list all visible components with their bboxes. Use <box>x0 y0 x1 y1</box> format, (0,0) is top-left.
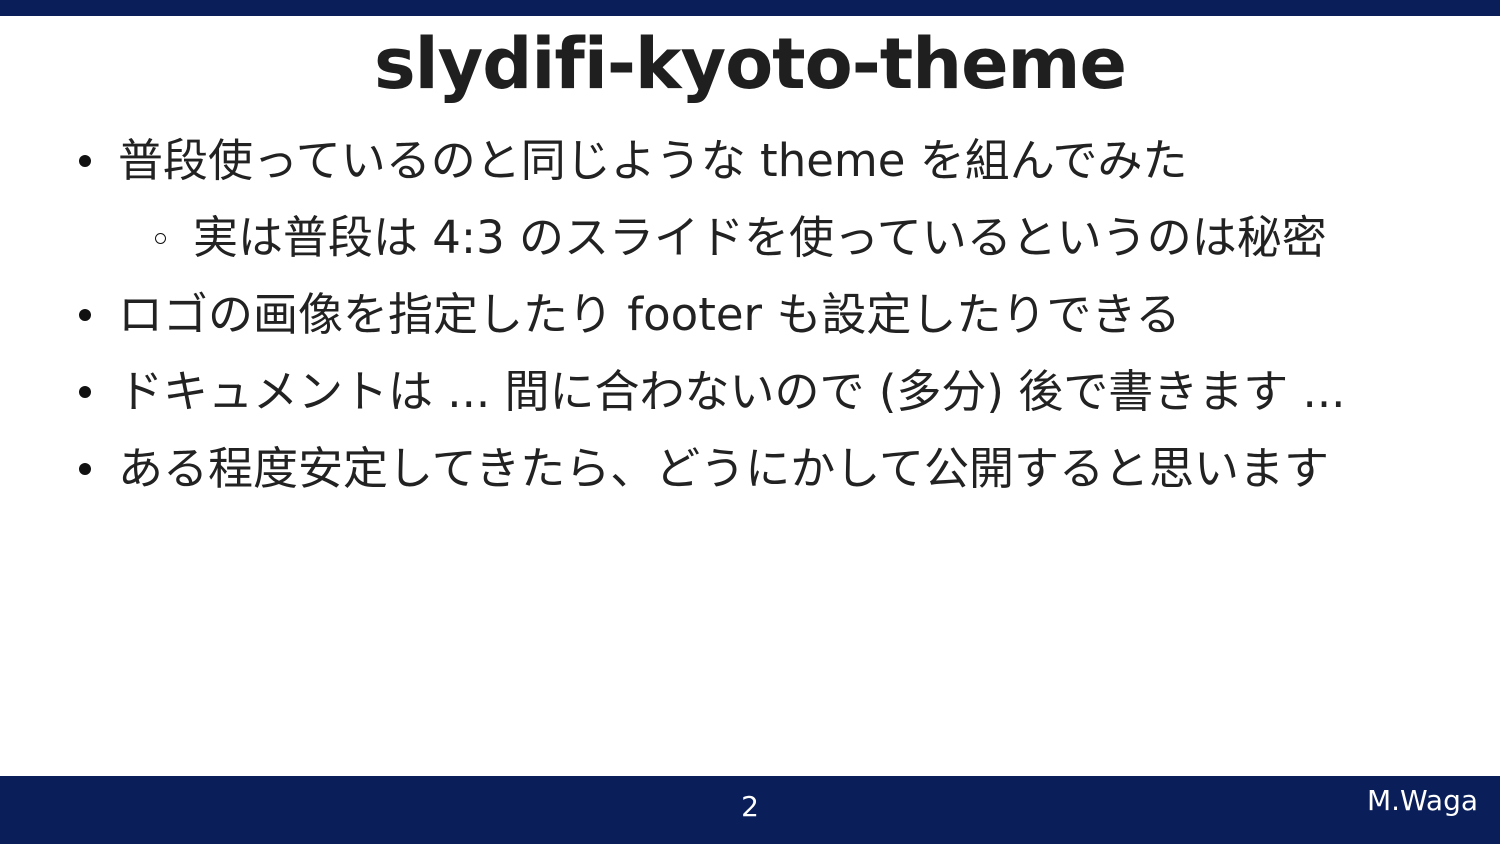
bullet-item: 普段使っているのと同じような theme を組んでみた <box>75 122 1345 199</box>
bullet-dot-icon <box>79 386 91 398</box>
bullet-circle-icon <box>155 233 166 244</box>
page-number: 2 <box>741 790 759 823</box>
slide-title: slydifi-kyoto-theme <box>374 23 1127 105</box>
bullet-text: ある程度安定してきたら、どうにかして公開すると思います <box>118 442 1329 495</box>
bullet-item: ドキュメントは ... 間に合わないので (多分) 後で書きます ... <box>75 353 1345 430</box>
bullet-item: ロゴの画像を指定したり footer も設定したりできる <box>75 276 1345 353</box>
bullet-dot-icon <box>79 463 91 475</box>
bullet-item: ある程度安定してきたら、どうにかして公開すると思います <box>75 430 1345 507</box>
bullet-text: 実は普段は 4:3 のスライドを使っているというのは秘密 <box>193 211 1327 264</box>
bullet-text: ロゴの画像を指定したり footer も設定したりできる <box>118 288 1181 341</box>
footer-author: M.Waga <box>1366 784 1478 817</box>
top-bar <box>0 0 1500 16</box>
bullet-dot-icon <box>79 309 91 321</box>
bullet-dot-icon <box>79 155 91 167</box>
bullet-text: ドキュメントは ... 間に合わないので (多分) 後で書きます ... <box>118 365 1346 418</box>
footer-bar: 2 M.Waga <box>0 776 1500 844</box>
bullet-text: 普段使っているのと同じような theme を組んでみた <box>118 134 1188 187</box>
bullet-list: 普段使っているのと同じような theme を組んでみた 実は普段は 4:3 のス… <box>75 122 1345 507</box>
sub-bullet-item: 実は普段は 4:3 のスライドを使っているというのは秘密 <box>75 199 1345 276</box>
